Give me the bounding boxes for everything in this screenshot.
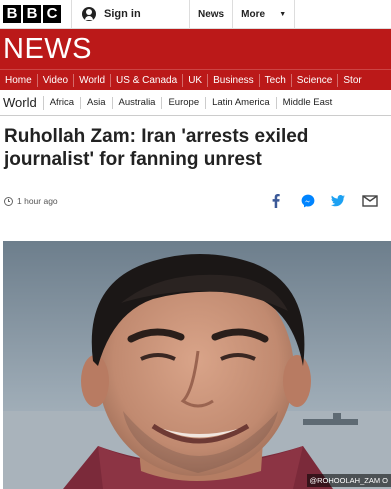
section-nav-business[interactable]: Business <box>208 73 260 87</box>
section-nav-uk[interactable]: UK <box>183 73 209 87</box>
bbc-logo-letter: C <box>43 5 61 23</box>
news-banner: NEWS <box>0 29 391 69</box>
article-headline: Ruhollah Zam: Iran 'arrests exiled journ… <box>4 126 309 170</box>
messenger-icon[interactable] <box>299 192 317 210</box>
twitter-icon[interactable] <box>329 192 347 210</box>
sign-in-label: Sign in <box>104 8 141 20</box>
sub-nav-australia[interactable]: Australia <box>113 96 163 109</box>
image-credit: @ROHOOLAH_ZAM O <box>306 474 391 487</box>
nav-news-link[interactable]: News <box>189 0 232 29</box>
news-title[interactable]: NEWS <box>3 33 92 66</box>
section-nav-tech[interactable]: Tech <box>260 73 292 87</box>
sub-nav-asia[interactable]: Asia <box>81 96 113 109</box>
masthead: B B C Sign in News More ▼ <box>0 0 391 29</box>
chevron-down-icon: ▼ <box>279 10 287 18</box>
nav-more-button[interactable]: More ▼ <box>232 0 294 29</box>
section-nav-world[interactable]: World <box>74 73 112 87</box>
bbc-logo-letter: B <box>3 5 21 23</box>
email-icon[interactable] <box>360 192 380 210</box>
section-nav-video[interactable]: Video <box>38 73 75 87</box>
article-meta: 1 hour ago <box>4 196 58 206</box>
section-nav-home[interactable]: Home <box>0 73 38 87</box>
divider <box>294 0 298 29</box>
section-nav: Home Video World US & Canada UK Business… <box>0 69 391 90</box>
section-nav-us-canada[interactable]: US & Canada <box>111 73 184 87</box>
clock-icon <box>4 196 13 206</box>
sub-nav-section-title[interactable]: World <box>0 95 44 110</box>
portrait-image <box>3 241 391 489</box>
user-icon <box>82 7 96 21</box>
article-timestamp: 1 hour ago <box>17 196 58 206</box>
sign-in-button[interactable]: Sign in <box>71 0 189 29</box>
sub-nav-africa[interactable]: Africa <box>44 96 82 109</box>
bbc-logo[interactable]: B B C <box>3 5 61 23</box>
sub-nav-middle-east[interactable]: Middle East <box>277 97 339 115</box>
article-photo: @ROHOOLAH_ZAM O <box>3 241 391 489</box>
sub-nav: World Africa Asia Australia Europe Latin… <box>0 90 391 116</box>
bbc-logo-letter: B <box>23 5 41 23</box>
more-label: More <box>241 8 266 20</box>
section-nav-stories[interactable]: Stor <box>338 74 366 87</box>
facebook-icon[interactable] <box>268 192 284 210</box>
sub-nav-europe[interactable]: Europe <box>162 96 207 109</box>
sub-nav-latin-america[interactable]: Latin America <box>206 96 277 109</box>
section-nav-science[interactable]: Science <box>292 73 339 87</box>
